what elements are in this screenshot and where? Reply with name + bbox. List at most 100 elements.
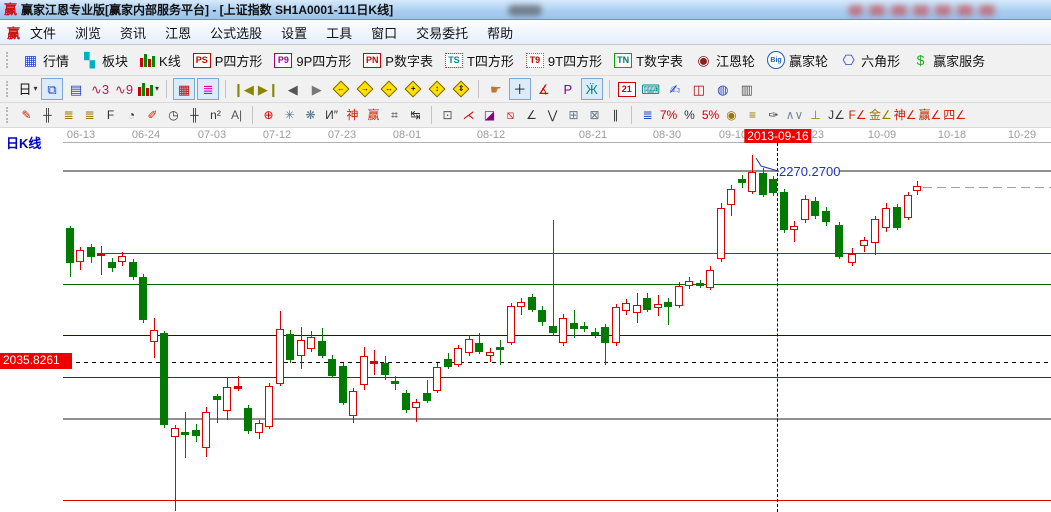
- four-angle-icon[interactable]: 四∠: [942, 105, 967, 125]
- winner-wheel-button[interactable]: Big赢家轮: [761, 49, 834, 72]
- kline-button[interactable]: K线: [134, 49, 187, 72]
- parallel-lines-icon[interactable]: ∥: [605, 105, 626, 125]
- calendar-icon[interactable]: 21: [616, 78, 638, 100]
- gold-ruler-1-icon[interactable]: ≣: [58, 105, 79, 125]
- v-waves-icon[interactable]: ⋁: [542, 105, 563, 125]
- 9p-square-button[interactable]: P99P四方形: [268, 49, 357, 72]
- t-square-button[interactable]: TST四方形: [439, 49, 520, 72]
- f-angle-icon[interactable]: F∠: [847, 105, 868, 125]
- shen-angle-icon[interactable]: 神∠: [893, 105, 918, 125]
- p-square-button[interactable]: PSP四方形: [187, 49, 269, 72]
- seven-percent-icon[interactable]: 7%: [658, 105, 679, 125]
- multi-window-icon[interactable]: ⧉: [41, 78, 63, 100]
- menu-item-公式选股[interactable]: 公式选股: [210, 23, 262, 42]
- j-angle-icon[interactable]: J∠: [826, 105, 847, 125]
- menu-item-江恩[interactable]: 江恩: [165, 23, 191, 42]
- crosshair-icon[interactable]: ＋: [509, 78, 531, 100]
- menu-item-浏览[interactable]: 浏览: [75, 23, 101, 42]
- candle-pencil-icon[interactable]: ✑: [763, 105, 784, 125]
- menu-item-帮助[interactable]: 帮助: [487, 23, 513, 42]
- ying-tool-icon[interactable]: 赢: [363, 105, 384, 125]
- shen-tool-icon[interactable]: 神: [342, 105, 363, 125]
- gann-grid-icon[interactable]: ▦: [173, 78, 195, 100]
- quotes-button[interactable]: ▦行情: [16, 49, 75, 72]
- pan-hand-icon[interactable]: ☛: [485, 78, 507, 100]
- angle-rays-icon[interactable]: ∠: [521, 105, 542, 125]
- wave-3-icon[interactable]: ∿3: [89, 78, 111, 100]
- grid-box-1-icon[interactable]: ⊞: [563, 105, 584, 125]
- menu-item-文件[interactable]: 文件: [30, 23, 56, 42]
- gann-wheel-button[interactable]: ◉江恩轮: [689, 49, 761, 72]
- save-icon[interactable]: ◫: [688, 78, 710, 100]
- diamond-plus-icon[interactable]: +: [402, 78, 424, 100]
- period-dropdown-icon[interactable]: 日▾: [17, 78, 39, 100]
- purple-level-line: [63, 377, 1051, 378]
- spiral-icon[interactable]: ◔: [121, 105, 142, 125]
- calculator-icon[interactable]: ⌨: [640, 78, 662, 100]
- gold-angle-icon[interactable]: 金∠: [868, 105, 893, 125]
- ruler-123-icon[interactable]: ⌗: [384, 105, 405, 125]
- gold-level-icon[interactable]: ≡: [742, 105, 763, 125]
- menu-item-交易委托[interactable]: 交易委托: [416, 23, 468, 42]
- chip-distribution-icon[interactable]: ≣: [197, 78, 219, 100]
- toolbar-grip: [6, 81, 10, 97]
- diamond-all-icon[interactable]: ⇕: [450, 78, 472, 100]
- measure-pencil-icon[interactable]: ✐: [142, 105, 163, 125]
- fan-box-icon[interactable]: ◪: [479, 105, 500, 125]
- last-page-icon[interactable]: ▶❙: [257, 78, 280, 100]
- web-star-2-icon[interactable]: ❋: [300, 105, 321, 125]
- five-percent-icon[interactable]: 5%: [700, 105, 721, 125]
- menu-item-设置[interactable]: 设置: [281, 23, 307, 42]
- notes-icon[interactable]: ✍: [664, 78, 686, 100]
- circle-target-icon[interactable]: ⊕: [258, 105, 279, 125]
- menu-item-工具[interactable]: 工具: [326, 23, 352, 42]
- workstation-icon[interactable]: ▥: [736, 78, 758, 100]
- ying-angle-icon[interactable]: 赢∠: [918, 105, 943, 125]
- diamond-lr-icon[interactable]: ↔: [378, 78, 400, 100]
- gold-circle-icon[interactable]: ◉: [721, 105, 742, 125]
- box-tool-icon[interactable]: ⊡: [437, 105, 458, 125]
- 9t-square-button[interactable]: T99T四方形: [520, 49, 608, 72]
- candle-style-dropdown-icon[interactable]: ▾: [137, 78, 160, 100]
- kline-chart[interactable]: 日K线 2035.8261 2270.2700 06-1306-2407-030…: [0, 128, 1051, 512]
- first-page-icon[interactable]: ❙◀: [232, 78, 255, 100]
- angle-measure-icon[interactable]: ∡: [533, 78, 555, 100]
- draw-pencil-icon[interactable]: ✎: [16, 105, 37, 125]
- next-page-icon[interactable]: ▶: [306, 78, 328, 100]
- save-web-icon[interactable]: ◍: [712, 78, 734, 100]
- menu-item-窗口[interactable]: 窗口: [371, 23, 397, 42]
- menu-item-资讯[interactable]: 资讯: [120, 23, 146, 42]
- gann-p-tool-icon[interactable]: P: [557, 78, 579, 100]
- av-wave-icon[interactable]: ∧∨: [784, 105, 805, 125]
- pattern-tool-icon[interactable]: Ӝ: [581, 78, 603, 100]
- sectors-button[interactable]: ▚板块: [75, 49, 134, 72]
- web-star-1-icon[interactable]: ✳: [279, 105, 300, 125]
- n-squared-icon[interactable]: n²: [205, 105, 226, 125]
- fan-lines-icon[interactable]: ⋌: [458, 105, 479, 125]
- gold-support-icon[interactable]: ⊥: [805, 105, 826, 125]
- price-ladder-icon[interactable]: ≣: [637, 105, 658, 125]
- time-circle-icon[interactable]: ◷: [163, 105, 184, 125]
- grid-box-2-icon[interactable]: ⊠: [584, 105, 605, 125]
- f-ruler-icon[interactable]: F: [100, 105, 121, 125]
- p-number-table-button[interactable]: PNP数字表: [357, 49, 439, 72]
- diagonal-box-icon[interactable]: ⧅: [500, 105, 521, 125]
- gann-ticks-icon[interactable]: ╫: [37, 105, 58, 125]
- prev-page-icon[interactable]: ◀: [282, 78, 304, 100]
- t-number-table-button[interactable]: TNT数字表: [608, 49, 689, 72]
- gold-ruler-2-icon[interactable]: ≣: [79, 105, 100, 125]
- wave-mark-icon[interactable]: И″: [321, 105, 342, 125]
- toolbar-separator: [252, 106, 253, 124]
- info-document-icon[interactable]: ▤: [65, 78, 87, 100]
- percent-icon[interactable]: %: [679, 105, 700, 125]
- hexagon-button[interactable]: ⎔六角形: [834, 49, 906, 72]
- a-mirror-icon[interactable]: A|: [226, 105, 247, 125]
- candlestick: [265, 386, 273, 427]
- diamond-ud-icon[interactable]: ↕: [426, 78, 448, 100]
- tick-ruler-icon[interactable]: ╫: [184, 105, 205, 125]
- wave-9-icon[interactable]: ∿9: [113, 78, 135, 100]
- diamond-left-icon[interactable]: ←: [330, 78, 352, 100]
- span-arrows-icon[interactable]: ↹: [405, 105, 426, 125]
- winner-service-button[interactable]: $赢家服务: [906, 49, 991, 72]
- diamond-right-icon[interactable]: →: [354, 78, 376, 100]
